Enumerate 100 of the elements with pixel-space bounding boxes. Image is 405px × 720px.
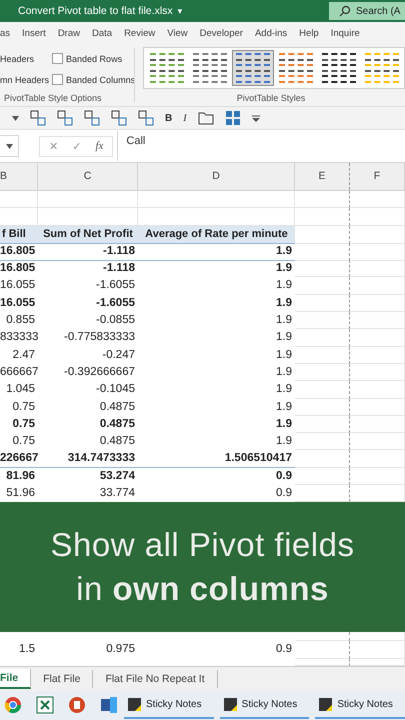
pivot-layout-icon[interactable] <box>57 110 73 126</box>
table-cell-text: 0.9 <box>275 642 293 658</box>
table-cell-text: -0.392666667 <box>63 364 136 380</box>
empty-cell <box>295 294 350 312</box>
table-cell-text: 0.4875 <box>98 434 136 450</box>
table-cell-text: 0.9 <box>275 468 293 484</box>
taskbar-button[interactable]: Sticky Notes <box>124 691 214 720</box>
ribbon-tab[interactable]: Draw <box>58 28 80 38</box>
ribbon-tab[interactable]: Developer <box>200 28 243 38</box>
empty-cell <box>350 260 405 278</box>
column-heading-cell: f Bill <box>0 226 38 244</box>
formula-field[interactable]: Call <box>117 131 405 161</box>
pivot-layout-icon[interactable] <box>111 110 127 126</box>
column-header[interactable]: B <box>0 163 38 190</box>
empty-cell <box>295 277 350 295</box>
empty-cell <box>350 329 405 347</box>
presentation-app-icon[interactable] <box>68 696 86 714</box>
sheet-tab[interactable]: Flat File No Repeat It <box>93 670 218 688</box>
insert-function-button[interactable]: fx <box>95 140 104 152</box>
caret-icon[interactable] <box>6 144 12 148</box>
checkbox-label: Banded Columns <box>66 74 136 84</box>
ribbon-tab[interactable]: Insert <box>22 28 46 38</box>
option-label: Headers <box>0 54 36 64</box>
document-app-icon[interactable] <box>100 696 118 714</box>
ribbon-tab[interactable]: Help <box>299 28 319 38</box>
empty-cell <box>350 468 405 486</box>
caret-icon[interactable]: ▾ <box>178 6 182 16</box>
column-header[interactable]: C <box>38 163 138 190</box>
empty-cell <box>295 381 350 399</box>
sticky-notes-icon[interactable] <box>128 698 141 711</box>
name-box[interactable] <box>0 135 19 157</box>
table-cell-text: 1.9 <box>275 278 293 294</box>
table-cell: -1.118 <box>38 242 138 261</box>
sheet-tab[interactable]: Flat File <box>31 670 94 688</box>
folder-icon[interactable] <box>198 111 214 125</box>
table-cell-text: 1.9 <box>275 382 293 398</box>
pivot-layout-icon[interactable] <box>138 110 154 126</box>
group-label: PivotTable Style Options <box>3 93 103 105</box>
table-cell-text: 53.274 <box>98 468 136 484</box>
ribbon-tab[interactable]: View <box>167 28 188 38</box>
table-cell-text: 0.75 <box>12 416 36 432</box>
empty-cell <box>295 260 350 278</box>
checkbox-label: Banded Rows <box>66 54 124 64</box>
empty-cell <box>295 242 350 261</box>
table-cell-text: 1.9 <box>275 330 293 346</box>
empty-cell <box>350 312 405 330</box>
column-header[interactable]: E <box>295 163 350 190</box>
customize-icon[interactable] <box>252 114 260 122</box>
checkbox[interactable] <box>52 53 64 64</box>
empty-cell <box>295 433 350 450</box>
search-icon[interactable] <box>339 5 351 17</box>
empty-cell <box>295 632 350 642</box>
table-cell-text: 16.055 <box>0 296 36 311</box>
ribbon-tab[interactable]: Data <box>92 28 112 38</box>
sheet-tab[interactable]: File <box>0 668 32 689</box>
empty-cell <box>295 398 350 416</box>
empty-cell <box>350 450 405 468</box>
grid-icon[interactable] <box>224 110 241 126</box>
table-cell-text: -0.1045 <box>94 382 136 398</box>
table-cell-text: -1.118 <box>102 261 136 276</box>
ribbon-tab[interactable]: as <box>0 28 10 38</box>
empty-cell <box>350 294 405 312</box>
table-cell-text: 0.9 <box>275 486 293 502</box>
ribbon-tab[interactable]: Inquire <box>330 28 360 38</box>
table-cell-text: 1.9 <box>275 261 293 276</box>
style-thumbnail[interactable] <box>232 50 274 86</box>
checkbox[interactable] <box>52 74 64 85</box>
table-cell: 1.9 <box>138 242 295 261</box>
empty-cell <box>295 329 350 347</box>
format-button[interactable]: B <box>165 112 172 124</box>
empty-cell <box>350 226 405 244</box>
pivot-layout-icon[interactable] <box>84 110 100 126</box>
column-header[interactable]: D <box>138 163 295 190</box>
column-header[interactable]: F <box>350 163 405 190</box>
spreadsheet-app-icon[interactable] <box>36 696 54 714</box>
taskbar-button[interactable]: Sticky Notes <box>315 691 405 720</box>
table-cell-text: 1.5 <box>18 642 36 658</box>
caption-text: Show all Pivot fields <box>50 525 354 566</box>
browser-icon[interactable] <box>4 696 22 714</box>
table-cell-text: 1.9 <box>275 434 293 450</box>
window-title: Convert Pivot table to flat file.xlsx <box>18 5 173 17</box>
taskbar-button[interactable]: Sticky Notes <box>220 691 310 720</box>
table-cell-text: 2.47 <box>12 348 36 363</box>
table-cell-text: 1.9 <box>275 364 293 380</box>
pivot-layout-icon[interactable] <box>30 110 46 126</box>
caret-icon[interactable] <box>12 116 19 120</box>
table-cell-text: -1.6055 <box>94 296 136 311</box>
table-cell-text: 0.855 <box>5 313 36 328</box>
format-button[interactable]: I <box>183 112 187 124</box>
ribbon-tab[interactable]: Review <box>124 28 156 38</box>
table-cell-text: 81.96 <box>5 468 36 484</box>
table-cell-text: 33.774 <box>98 486 136 502</box>
sticky-notes-icon[interactable] <box>224 698 237 711</box>
ribbon-tab[interactable]: Add-ins <box>254 28 288 38</box>
table-cell-text: -0.247 <box>101 348 136 363</box>
sticky-notes-icon[interactable] <box>319 698 332 711</box>
table-cell-text: 16.055 <box>0 278 36 294</box>
search-field[interactable]: Search (A <box>329 2 405 20</box>
empty-cell <box>295 312 350 330</box>
empty-cell <box>350 242 405 261</box>
